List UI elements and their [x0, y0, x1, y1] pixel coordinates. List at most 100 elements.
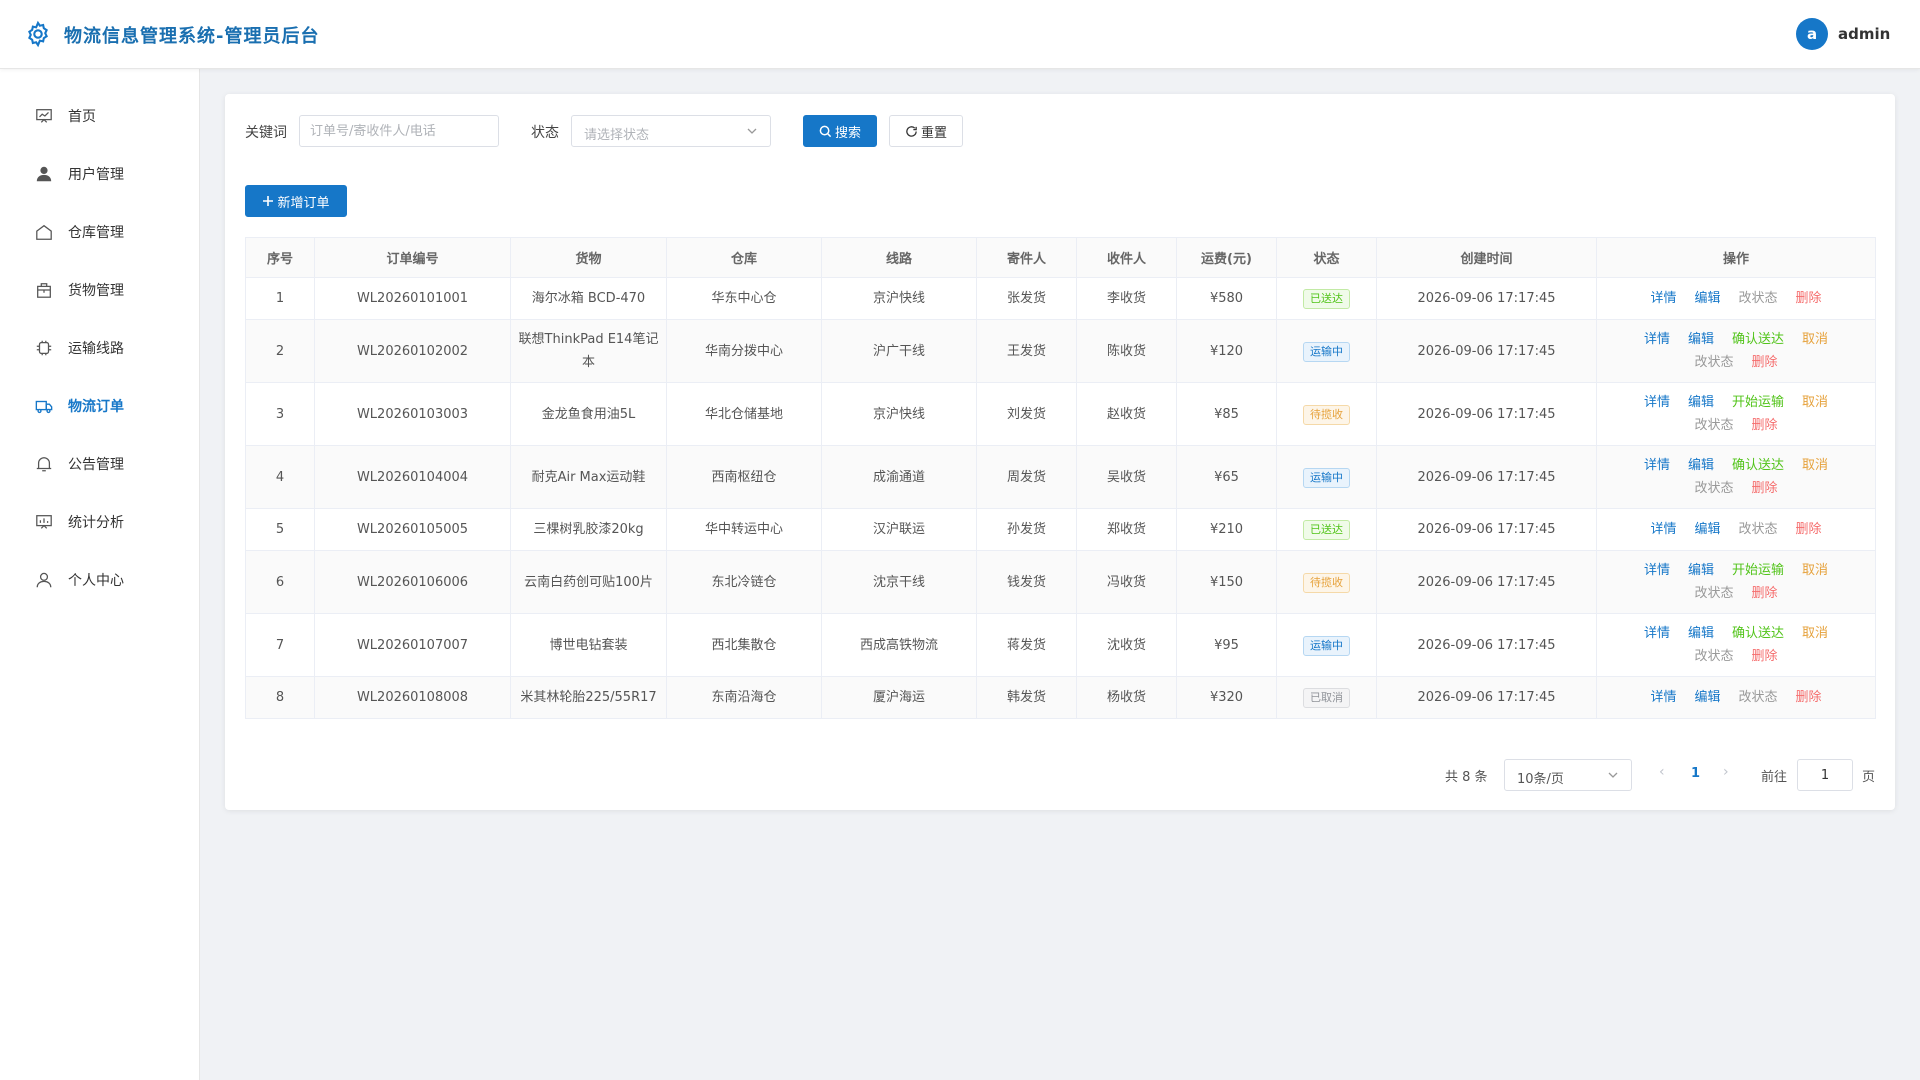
page-number[interactable]: 1 — [1691, 766, 1700, 781]
reset-button[interactable]: 重置 — [889, 115, 963, 147]
row-action-link[interactable]: 删除 — [1752, 351, 1778, 374]
search-button[interactable]: 搜索 — [803, 115, 877, 147]
status-badge: 待揽收 — [1303, 572, 1350, 593]
row-action-link[interactable]: 开始运输 — [1732, 559, 1784, 582]
row-action-link[interactable]: 详情 — [1650, 686, 1676, 709]
sidebar-item-users[interactable]: 用户管理 — [0, 149, 199, 199]
cell-order-no: WL20260108008 — [314, 676, 511, 719]
keyword-input[interactable] — [299, 115, 499, 147]
cell-receiver: 赵收货 — [1076, 382, 1177, 446]
next-page-button[interactable]: › — [1723, 764, 1729, 780]
row-action-link[interactable]: 编辑 — [1688, 328, 1714, 351]
row-action-link[interactable]: 删除 — [1796, 518, 1822, 541]
row-action-link[interactable]: 编辑 — [1688, 622, 1714, 645]
cell-warehouse: 东北冷链仓 — [666, 550, 822, 614]
sidebar-item-label: 运输线路 — [68, 341, 124, 357]
row-action-link[interactable]: 确认送达 — [1732, 622, 1784, 645]
row-action-link[interactable]: 删除 — [1752, 414, 1778, 437]
cell-route: 厦沪海运 — [821, 676, 977, 719]
sidebar-item-goods[interactable]: 货物管理 — [0, 265, 199, 315]
cell-index: 5 — [245, 508, 315, 551]
chevron-down-icon — [747, 128, 757, 134]
row-action-link[interactable]: 改状态 — [1739, 686, 1778, 709]
row-action-link[interactable]: 删除 — [1796, 287, 1822, 310]
sidebar-item-routes[interactable]: 运输线路 — [0, 323, 199, 373]
row-action-link[interactable]: 删除 — [1752, 477, 1778, 500]
row-action-link[interactable]: 改状态 — [1694, 582, 1733, 605]
cell-sender: 韩发货 — [976, 676, 1077, 719]
row-action-link[interactable]: 编辑 — [1688, 391, 1714, 414]
cell-goods: 耐克Air Max运动鞋 — [510, 445, 667, 509]
cell-status: 运输中 — [1276, 613, 1377, 677]
row-action-link[interactable]: 取消 — [1802, 454, 1828, 477]
keyword-label: 关键词 — [245, 125, 287, 141]
row-action-link[interactable]: 详情 — [1650, 518, 1676, 541]
goto-page-input[interactable] — [1797, 759, 1853, 791]
user-icon — [36, 166, 52, 182]
cell-actions: 详情 编辑 开始运输 取消改状态 删除 — [1596, 382, 1876, 446]
sidebar-item-warehouse[interactable]: 仓库管理 — [0, 207, 199, 257]
table-row: 5 WL20260105005 三棵树乳胶漆20kg 华中转运中心 汉沪联运 孙发货 郑收货… — [245, 508, 1876, 551]
row-action-link[interactable]: 改状态 — [1694, 351, 1733, 374]
row-action-link[interactable]: 取消 — [1802, 391, 1828, 414]
cell-actions: 详情 编辑 开始运输 取消改状态 删除 — [1596, 550, 1876, 614]
prev-page-button[interactable]: ‹ — [1659, 764, 1665, 780]
page-size-select[interactable]: 10条/页 — [1504, 759, 1632, 791]
row-action-link[interactable]: 改状态 — [1694, 645, 1733, 668]
reset-button-label: 重置 — [920, 125, 947, 141]
cell-goods: 博世电钻套装 — [510, 613, 667, 677]
row-action-link[interactable]: 详情 — [1644, 622, 1670, 645]
row-action-link[interactable]: 详情 — [1644, 559, 1670, 582]
cell-goods: 金龙鱼食用油5L — [510, 382, 667, 446]
row-action-link[interactable]: 编辑 — [1694, 686, 1720, 709]
row-action-link[interactable]: 删除 — [1752, 645, 1778, 668]
row-action-link[interactable]: 开始运输 — [1732, 391, 1784, 414]
username[interactable]: admin — [1838, 25, 1890, 43]
sidebar-item-stats[interactable]: 统计分析 — [0, 497, 199, 547]
sidebar-item-notices[interactable]: 公告管理 — [0, 439, 199, 489]
avatar[interactable]: a — [1796, 18, 1828, 50]
row-action-link[interactable]: 取消 — [1802, 328, 1828, 351]
cell-warehouse: 华南分拨中心 — [666, 319, 822, 383]
row-actions: 详情 编辑 确认送达 取消改状态 删除 — [1603, 326, 1869, 376]
cell-actions: 详情 编辑 确认送达 取消改状态 删除 — [1596, 613, 1876, 677]
row-action-link[interactable]: 取消 — [1802, 559, 1828, 582]
table-row: 2 WL20260102002 联想ThinkPad E14笔记本 华南分拨中心 沪广干… — [245, 319, 1876, 383]
cell-fee: ¥85 — [1176, 382, 1277, 446]
app-title: 物流信息管理系统-管理员后台 — [64, 26, 320, 47]
row-action-link[interactable]: 编辑 — [1694, 287, 1720, 310]
row-actions: 详情 编辑 改状态 删除 — [1603, 516, 1869, 543]
row-action-link[interactable]: 确认送达 — [1732, 328, 1784, 351]
row-action-link[interactable]: 删除 — [1752, 582, 1778, 605]
route-icon — [36, 340, 52, 356]
cell-fee: ¥65 — [1176, 445, 1277, 509]
cell-index: 6 — [245, 550, 315, 614]
row-action-link[interactable]: 改状态 — [1694, 477, 1733, 500]
status-badge: 运输中 — [1303, 635, 1350, 656]
row-action-link[interactable]: 确认送达 — [1732, 454, 1784, 477]
add-order-button[interactable]: 新增订单 — [245, 185, 347, 217]
sidebar-item-orders[interactable]: 物流订单 — [0, 381, 199, 431]
sidebar-item-profile[interactable]: 个人中心 — [0, 555, 199, 605]
row-action-link[interactable]: 删除 — [1796, 686, 1822, 709]
row-action-link[interactable]: 编辑 — [1688, 559, 1714, 582]
warehouse-icon — [36, 224, 52, 240]
row-action-link[interactable]: 编辑 — [1688, 454, 1714, 477]
row-action-link[interactable]: 详情 — [1644, 391, 1670, 414]
row-action-link[interactable]: 改状态 — [1694, 414, 1733, 437]
row-action-link[interactable]: 详情 — [1650, 287, 1676, 310]
sidebar-item-home[interactable]: 首页 — [0, 91, 199, 141]
row-action-link[interactable]: 详情 — [1644, 454, 1670, 477]
cell-warehouse: 西北集散仓 — [666, 613, 822, 677]
row-action-link[interactable]: 改状态 — [1739, 518, 1778, 541]
row-action-link[interactable]: 详情 — [1644, 328, 1670, 351]
cell-fee: ¥320 — [1176, 676, 1277, 719]
column-header: 状态 — [1276, 237, 1377, 278]
status-select[interactable]: 请选择状态 — [571, 115, 771, 147]
row-action-link[interactable]: 编辑 — [1694, 518, 1720, 541]
row-action-link[interactable]: 改状态 — [1739, 287, 1778, 310]
sidebar-item-label: 物流订单 — [68, 399, 124, 415]
cell-status: 待揽收 — [1276, 382, 1377, 446]
cell-receiver: 冯收货 — [1076, 550, 1177, 614]
row-action-link[interactable]: 取消 — [1802, 622, 1828, 645]
